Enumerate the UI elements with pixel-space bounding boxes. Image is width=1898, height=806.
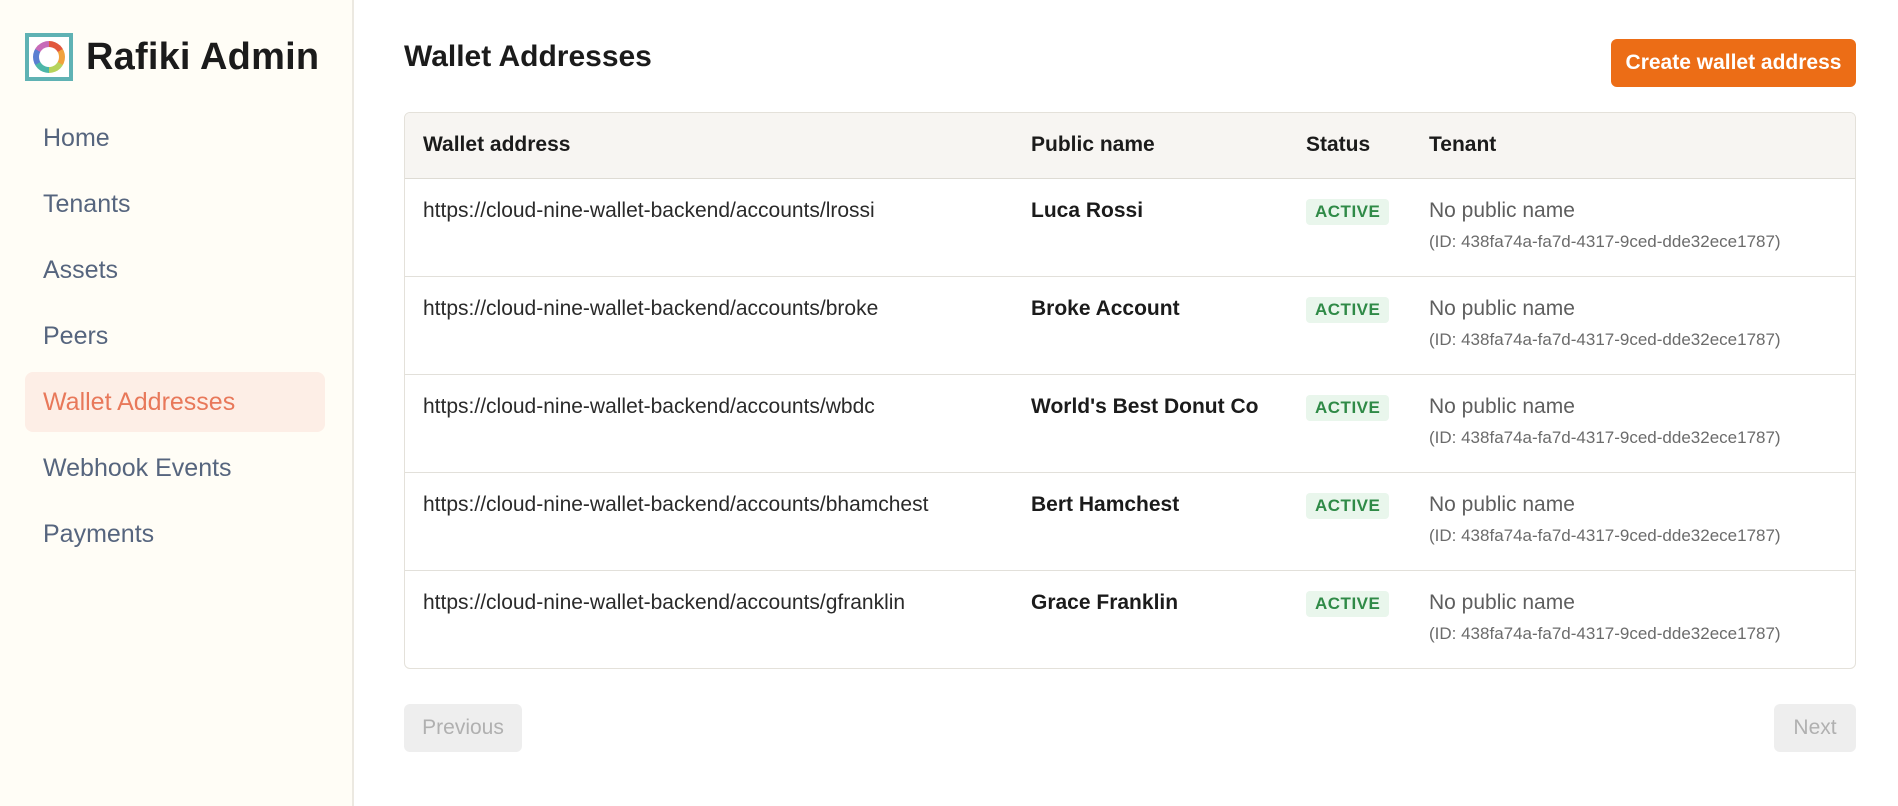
tenant-id: (ID: 438fa74a-fa7d-4317-9ced-dde32ece178…: [1429, 525, 1781, 545]
tenant-name: No public name: [1429, 296, 1575, 320]
sidebar-nav: Home Tenants Assets Peers Wallet Address…: [25, 108, 325, 570]
table-row[interactable]: https://cloud-nine-wallet-backend/accoun…: [405, 178, 1855, 276]
tenant-cell: No public name (ID: 438fa74a-fa7d-4317-9…: [1411, 374, 1855, 472]
wallet-address-cell: https://cloud-nine-wallet-backend/accoun…: [423, 198, 875, 222]
tenant-id: (ID: 438fa74a-fa7d-4317-9ced-dde32ece178…: [1429, 427, 1781, 447]
public-name-cell: Grace Franklin: [1031, 590, 1179, 614]
public-name-cell: Bert Hamchest: [1031, 492, 1180, 516]
sidebar-item-tenants[interactable]: Tenants: [25, 174, 325, 234]
page-title: Wallet Addresses: [404, 40, 652, 73]
table-row[interactable]: https://cloud-nine-wallet-backend/accoun…: [405, 472, 1855, 570]
public-name-cell: Luca Rossi: [1031, 198, 1144, 222]
sidebar-item-home[interactable]: Home: [25, 108, 325, 168]
create-wallet-address-button[interactable]: Create wallet address: [1611, 39, 1856, 87]
sidebar-item-payments[interactable]: Payments: [25, 504, 325, 564]
sidebar-item-wallet-addresses[interactable]: Wallet Addresses: [25, 372, 325, 432]
tenant-name: No public name: [1429, 590, 1575, 614]
previous-page-button[interactable]: Previous: [404, 704, 522, 752]
table-header-row: Wallet address Public name Status Tenant: [405, 113, 1855, 178]
status-cell: ACTIVE: [1288, 178, 1411, 276]
tenant-cell: No public name (ID: 438fa74a-fa7d-4317-9…: [1411, 472, 1855, 570]
wallet-address-cell: https://cloud-nine-wallet-backend/accoun…: [423, 394, 875, 418]
wallet-addresses-table: Wallet address Public name Status Tenant…: [404, 112, 1856, 669]
status-cell: ACTIVE: [1288, 276, 1411, 374]
app-title: Rafiki Admin: [86, 35, 320, 78]
status-badge: ACTIVE: [1306, 394, 1390, 421]
table-row[interactable]: https://cloud-nine-wallet-backend/accoun…: [405, 276, 1855, 374]
tenant-id: (ID: 438fa74a-fa7d-4317-9ced-dde32ece178…: [1429, 231, 1781, 251]
status-badge: ACTIVE: [1306, 590, 1390, 617]
sidebar-item-assets[interactable]: Assets: [25, 240, 325, 300]
tenant-cell: No public name (ID: 438fa74a-fa7d-4317-9…: [1411, 570, 1855, 668]
sidebar-item-webhook-events[interactable]: Webhook Events: [25, 438, 325, 498]
wallet-address-cell: https://cloud-nine-wallet-backend/accoun…: [423, 590, 906, 614]
status-badge: ACTIVE: [1306, 492, 1390, 519]
tenant-cell: No public name (ID: 438fa74a-fa7d-4317-9…: [1411, 178, 1855, 276]
column-header-tenant: Tenant: [1429, 133, 1497, 157]
tenant-id: (ID: 438fa74a-fa7d-4317-9ced-dde32ece178…: [1429, 329, 1781, 349]
status-badge: ACTIVE: [1306, 198, 1390, 225]
column-header-wallet-address: Wallet address: [423, 133, 571, 157]
wallet-address-cell: https://cloud-nine-wallet-backend/accoun…: [423, 296, 879, 320]
tenant-name: No public name: [1429, 394, 1575, 418]
status-badge: ACTIVE: [1306, 296, 1390, 323]
status-cell: ACTIVE: [1288, 374, 1411, 472]
sidebar-item-peers[interactable]: Peers: [25, 306, 325, 366]
wallet-address-cell: https://cloud-nine-wallet-backend/accoun…: [423, 492, 929, 516]
table-row[interactable]: https://cloud-nine-wallet-backend/accoun…: [405, 374, 1855, 472]
next-page-button[interactable]: Next: [1774, 704, 1856, 752]
table-row[interactable]: https://cloud-nine-wallet-backend/accoun…: [405, 570, 1855, 668]
public-name-cell: Broke Account: [1031, 296, 1180, 320]
public-name-cell: World's Best Donut Co: [1031, 394, 1259, 418]
rafiki-logo-icon: [25, 33, 73, 81]
tenant-name: No public name: [1429, 492, 1575, 516]
status-cell: ACTIVE: [1288, 472, 1411, 570]
column-header-status: Status: [1306, 133, 1371, 157]
sidebar: Rafiki Admin Home Tenants Assets Peers W…: [0, 0, 354, 806]
tenant-id: (ID: 438fa74a-fa7d-4317-9ced-dde32ece178…: [1429, 623, 1781, 643]
status-cell: ACTIVE: [1288, 570, 1411, 668]
tenant-cell: No public name (ID: 438fa74a-fa7d-4317-9…: [1411, 276, 1855, 374]
tenant-name: No public name: [1429, 198, 1575, 222]
column-header-public-name: Public name: [1031, 133, 1155, 157]
brand[interactable]: Rafiki Admin: [25, 33, 319, 81]
